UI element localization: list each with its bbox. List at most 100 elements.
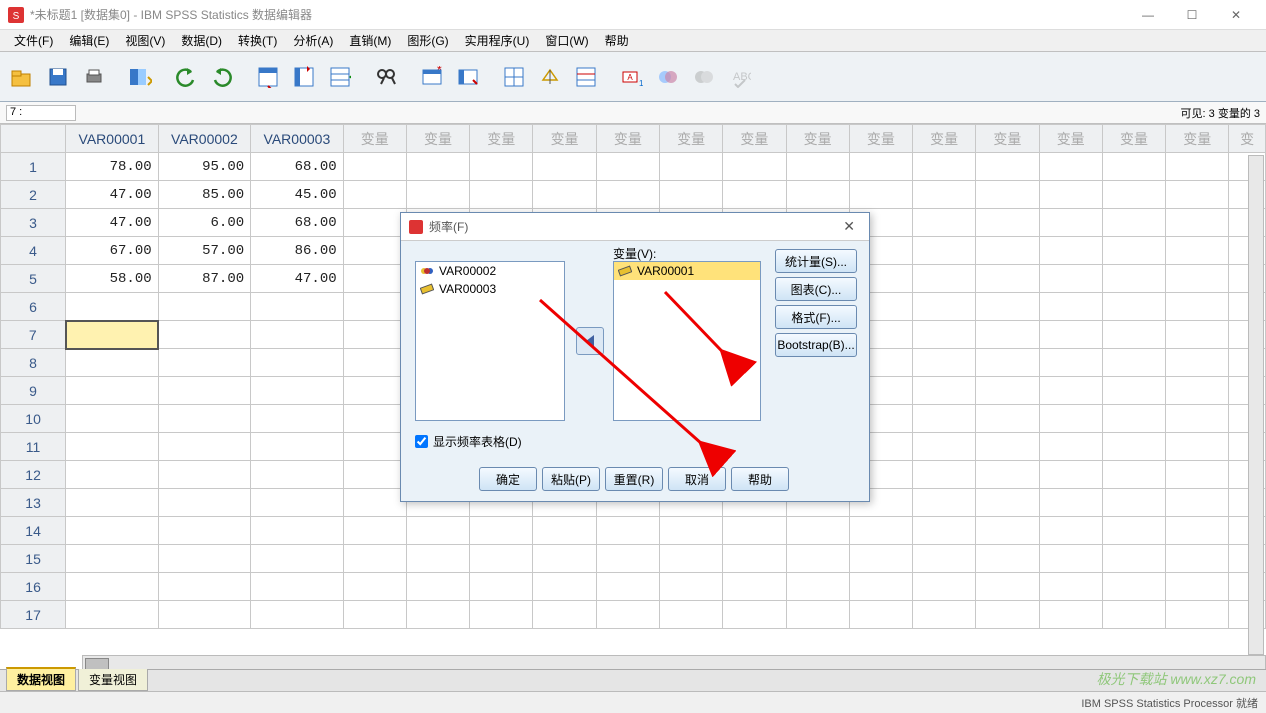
empty-cell[interactable] — [251, 461, 344, 489]
menu-item-4[interactable]: 转换(T) — [230, 30, 285, 51]
statistics-button[interactable]: 统计量(S)... — [775, 249, 857, 273]
empty-cell[interactable] — [849, 153, 912, 181]
empty-cell[interactable] — [158, 545, 251, 573]
show-table-checkbox[interactable] — [415, 435, 428, 448]
data-cell[interactable]: 47.00 — [66, 209, 159, 237]
empty-cell[interactable] — [1166, 181, 1229, 209]
move-left-button[interactable] — [576, 327, 604, 355]
recall-icon[interactable] — [124, 61, 156, 93]
empty-cell[interactable] — [849, 545, 912, 573]
row-header[interactable]: 14 — [1, 517, 66, 545]
empty-cell[interactable] — [406, 601, 469, 629]
row-header[interactable]: 15 — [1, 545, 66, 573]
empty-cell[interactable] — [66, 461, 159, 489]
split-file-icon[interactable] — [498, 61, 530, 93]
select-cases-icon[interactable] — [570, 61, 602, 93]
menu-item-2[interactable]: 视图(V) — [117, 30, 173, 51]
empty-cell[interactable] — [723, 153, 786, 181]
data-cell[interactable]: 58.00 — [66, 265, 159, 293]
empty-cell[interactable] — [913, 293, 976, 321]
empty-cell[interactable] — [251, 405, 344, 433]
empty-cell[interactable] — [343, 517, 406, 545]
empty-cell[interactable] — [1102, 209, 1165, 237]
empty-column-header[interactable]: 变 — [1229, 125, 1266, 153]
empty-cell[interactable] — [1102, 153, 1165, 181]
empty-cell[interactable] — [1166, 517, 1229, 545]
empty-cell[interactable] — [66, 601, 159, 629]
data-cell[interactable]: 68.00 — [251, 153, 344, 181]
empty-cell[interactable] — [976, 405, 1039, 433]
menu-item-3[interactable]: 数据(D) — [173, 30, 230, 51]
empty-cell[interactable] — [343, 601, 406, 629]
maximize-button[interactable]: ☐ — [1170, 1, 1214, 29]
empty-cell[interactable] — [1039, 181, 1102, 209]
empty-cell[interactable] — [343, 405, 406, 433]
empty-cell[interactable] — [66, 573, 159, 601]
empty-cell[interactable] — [158, 601, 251, 629]
empty-cell[interactable] — [1102, 461, 1165, 489]
empty-cell[interactable] — [343, 209, 406, 237]
empty-cell[interactable] — [849, 601, 912, 629]
weight-icon[interactable] — [534, 61, 566, 93]
source-var-item[interactable]: VAR00003 — [416, 280, 564, 298]
empty-cell[interactable] — [251, 293, 344, 321]
row-header[interactable]: 8 — [1, 349, 66, 377]
row-header[interactable]: 5 — [1, 265, 66, 293]
value-labels-icon[interactable]: A1 — [616, 61, 648, 93]
empty-cell[interactable] — [723, 601, 786, 629]
empty-cell[interactable] — [976, 181, 1039, 209]
tab-data-view[interactable]: 数据视图 — [6, 667, 76, 691]
empty-cell[interactable] — [913, 237, 976, 265]
empty-cell[interactable] — [470, 573, 533, 601]
empty-cell[interactable] — [1039, 237, 1102, 265]
empty-column-header[interactable]: 变量 — [533, 125, 596, 153]
empty-cell[interactable] — [158, 489, 251, 517]
data-cell[interactable]: 85.00 — [158, 181, 251, 209]
empty-cell[interactable] — [66, 321, 159, 349]
empty-cell[interactable] — [1166, 489, 1229, 517]
column-header-0[interactable]: VAR00001 — [66, 125, 159, 153]
column-header-2[interactable]: VAR00003 — [251, 125, 344, 153]
reset-button[interactable]: 重置(R) — [605, 467, 663, 491]
data-cell[interactable]: 86.00 — [251, 237, 344, 265]
data-cell[interactable]: 6.00 — [158, 209, 251, 237]
empty-cell[interactable] — [470, 601, 533, 629]
empty-cell[interactable] — [913, 601, 976, 629]
variables-icon[interactable] — [324, 61, 356, 93]
empty-cell[interactable] — [976, 265, 1039, 293]
empty-cell[interactable] — [66, 377, 159, 405]
empty-cell[interactable] — [596, 601, 659, 629]
close-window-button[interactable]: ✕ — [1214, 1, 1258, 29]
menu-item-0[interactable]: 文件(F) — [6, 30, 61, 51]
spellcheck-icon[interactable]: ABC — [724, 61, 756, 93]
use-sets-icon[interactable] — [652, 61, 684, 93]
goto-case-icon[interactable] — [252, 61, 284, 93]
target-var-item[interactable]: VAR00001 — [614, 262, 760, 280]
empty-cell[interactable] — [1039, 377, 1102, 405]
menu-item-7[interactable]: 图形(G) — [399, 30, 456, 51]
empty-cell[interactable] — [158, 377, 251, 405]
insert-var-icon[interactable] — [452, 61, 484, 93]
empty-cell[interactable] — [406, 181, 469, 209]
empty-cell[interactable] — [1039, 545, 1102, 573]
empty-cell[interactable] — [786, 153, 849, 181]
empty-cell[interactable] — [66, 405, 159, 433]
empty-cell[interactable] — [251, 517, 344, 545]
empty-cell[interactable] — [533, 545, 596, 573]
empty-cell[interactable] — [1166, 433, 1229, 461]
cell-reference[interactable]: 7 : — [6, 105, 76, 121]
empty-cell[interactable] — [1102, 237, 1165, 265]
empty-cell[interactable] — [1102, 181, 1165, 209]
menu-item-8[interactable]: 实用程序(U) — [457, 30, 538, 51]
empty-cell[interactable] — [533, 601, 596, 629]
data-cell[interactable]: 87.00 — [158, 265, 251, 293]
empty-cell[interactable] — [1102, 489, 1165, 517]
empty-cell[interactable] — [158, 517, 251, 545]
row-header[interactable]: 2 — [1, 181, 66, 209]
empty-cell[interactable] — [343, 489, 406, 517]
empty-cell[interactable] — [976, 601, 1039, 629]
row-header[interactable]: 4 — [1, 237, 66, 265]
empty-cell[interactable] — [659, 181, 722, 209]
empty-cell[interactable] — [1102, 573, 1165, 601]
tab-variable-view[interactable]: 变量视图 — [78, 669, 148, 691]
